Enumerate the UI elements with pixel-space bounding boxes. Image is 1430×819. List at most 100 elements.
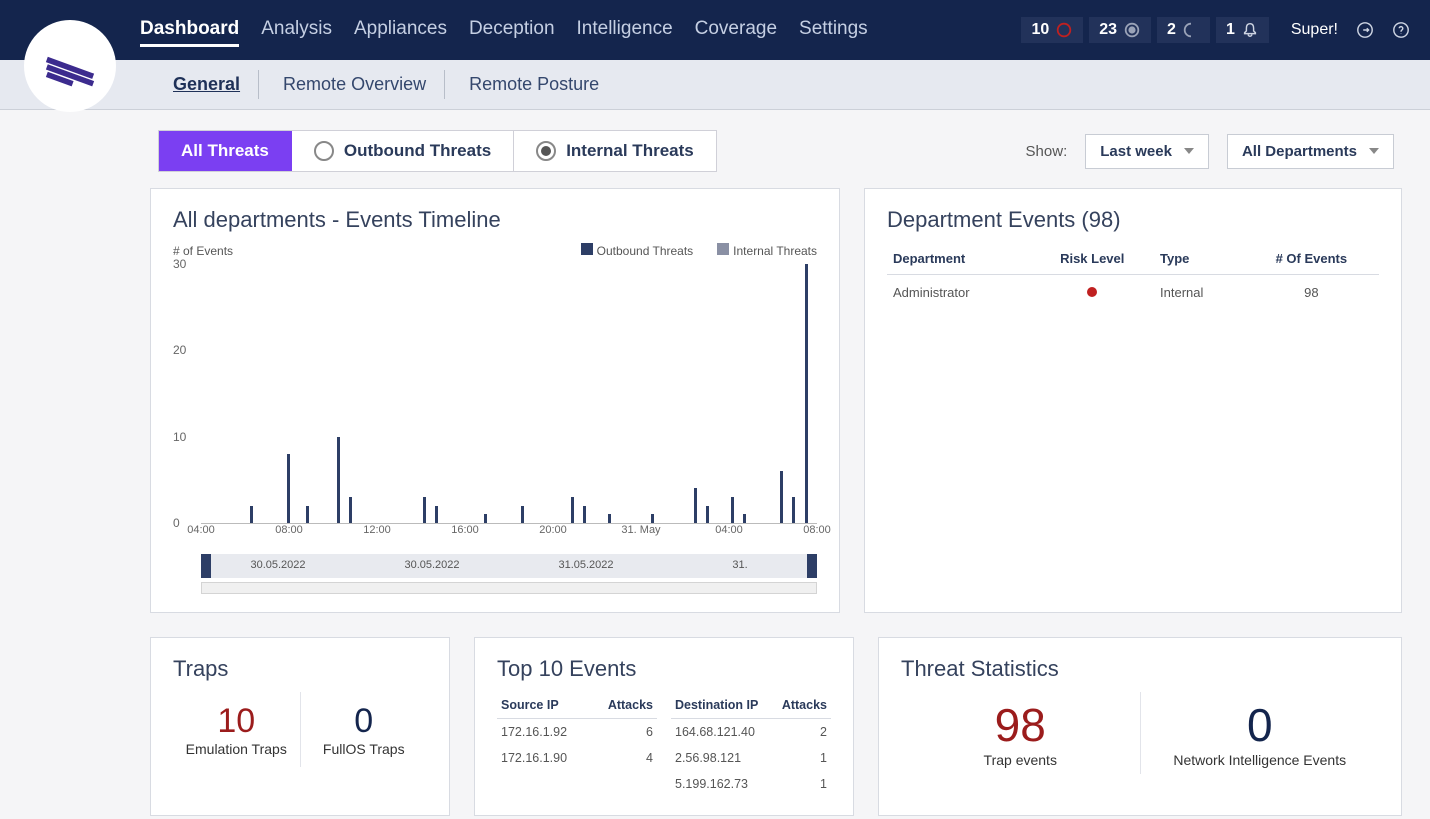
col-dst-attacks[interactable]: Attacks [772,692,831,719]
status-high-count: 23 [1099,21,1117,39]
chart-bar[interactable] [521,506,524,523]
chart-bar[interactable] [583,506,586,523]
chart-bar[interactable] [571,497,574,523]
table-row[interactable]: 2.56.98.1211 [671,745,831,771]
timeline-title: All departments - Events Timeline [173,207,817,233]
timeline-x-axis: 04:0008:0012:0016:0020:0031. May04:0008:… [201,524,817,544]
top-events-title: Top 10 Events [497,656,831,682]
chart-bar[interactable] [349,497,352,523]
nav-settings[interactable]: Settings [799,14,868,47]
chart-bar[interactable] [423,497,426,523]
tab-outbound-threats[interactable]: Outbound Threats [292,131,514,171]
chart-bar[interactable] [792,497,795,523]
cell-ip: 172.16.1.92 [497,719,590,746]
user-name[interactable]: Super! [1291,21,1338,39]
timeline-chart[interactable]: 0102030 [201,264,817,524]
nav-analysis[interactable]: Analysis [261,14,332,47]
chart-bar[interactable] [608,514,611,523]
logout-icon[interactable] [1356,21,1374,39]
chart-bar[interactable] [250,506,253,523]
table-row[interactable]: 164.68.121.402 [671,719,831,746]
status-medium[interactable]: 2 [1157,17,1210,43]
legend-internal: Internal Threats [717,243,817,258]
traps-card: Traps 10 Emulation Traps 0 FullOS Traps [150,637,450,816]
subnav-remote-overview[interactable]: Remote Overview [265,70,445,99]
y-tick: 10 [173,430,186,444]
scrub-handle-left[interactable] [201,554,211,578]
col-src-attacks[interactable]: Attacks [590,692,657,719]
tab-internal-label: Internal Threats [566,141,694,161]
crescent-icon [1182,21,1200,39]
col-risk-level[interactable]: Risk Level [1030,243,1154,275]
scrub-handle-right[interactable] [807,554,817,578]
tab-internal-threats[interactable]: Internal Threats [514,131,716,171]
subnav-general[interactable]: General [155,70,259,99]
nav-coverage[interactable]: Coverage [695,14,777,47]
trap-events-label: Trap events [905,752,1136,768]
top-events-card: Top 10 Events Source IP Attacks 172.16.1… [474,637,854,816]
x-tick: 08:00 [275,524,303,536]
traps-title: Traps [173,656,427,682]
chart-bar[interactable] [731,497,734,523]
source-ip-table: Source IP Attacks 172.16.1.926172.16.1.9… [497,692,657,771]
logo-icon [42,38,98,94]
subnav-remote-posture[interactable]: Remote Posture [451,70,617,99]
nav-deception[interactable]: Deception [469,14,555,47]
chart-bar[interactable] [337,437,340,523]
table-row[interactable]: 172.16.1.926 [497,719,657,746]
timeline-scrubber[interactable]: 30.05.202230.05.202231.05.202231. [201,554,817,578]
chart-bar[interactable] [706,506,709,523]
chart-bar[interactable] [287,454,290,523]
status-high[interactable]: 23 [1089,17,1151,43]
y-axis-label: # of Events [173,244,557,258]
fullos-traps[interactable]: 0 FullOS Traps [301,692,428,767]
department-dropdown[interactable]: All Departments [1227,134,1394,169]
cell-ip: 5.199.162.73 [671,771,772,797]
col-count[interactable]: # Of Events [1244,243,1379,275]
status-group: 10 23 2 1 [1021,17,1268,43]
help-icon[interactable] [1392,21,1410,39]
time-range-dropdown[interactable]: Last week [1085,134,1209,169]
table-row[interactable]: Administrator Internal 98 [887,275,1379,311]
network-intel-stat[interactable]: 0 Network Intelligence Events [1141,692,1380,774]
row-bottom: Traps 10 Emulation Traps 0 FullOS Traps … [150,637,1402,816]
status-critical[interactable]: 10 [1021,17,1083,43]
col-department[interactable]: Department [887,243,1030,275]
status-notifications[interactable]: 1 [1216,17,1269,43]
nav-dashboard[interactable]: Dashboard [140,14,239,47]
cell-ip: 164.68.121.40 [671,719,772,746]
chart-bar[interactable] [780,471,783,523]
chart-bar[interactable] [651,514,654,523]
col-type[interactable]: Type [1154,243,1244,275]
nav-appliances[interactable]: Appliances [354,14,447,47]
emulation-traps[interactable]: 10 Emulation Traps [173,692,301,767]
col-destination-ip[interactable]: Destination IP [671,692,772,719]
chart-bar[interactable] [694,488,697,523]
table-row[interactable]: 5.199.162.731 [671,771,831,797]
top-navbar: Dashboard Analysis Appliances Deception … [0,0,1430,60]
chart-bar[interactable] [306,506,309,523]
cell-attacks: 4 [590,745,657,771]
scrub-label: 31. [732,559,747,571]
trap-events-value: 98 [905,698,1136,752]
primary-nav: Dashboard Analysis Appliances Deception … [140,14,1021,47]
chart-bar[interactable] [484,514,487,523]
chart-bar[interactable] [743,514,746,523]
chart-bar[interactable] [435,506,438,523]
col-source-ip[interactable]: Source IP [497,692,590,719]
fullos-traps-label: FullOS Traps [305,741,424,757]
table-row[interactable]: 172.16.1.904 [497,745,657,771]
y-tick: 30 [173,257,186,271]
user-area: Super! [1291,21,1410,39]
chart-bar[interactable] [805,264,808,523]
status-medium-count: 2 [1167,21,1176,39]
nav-intelligence[interactable]: Intelligence [577,14,673,47]
timeline-scrollbar[interactable] [201,582,817,594]
department-events-card: Department Events (98) Department Risk L… [864,188,1402,613]
scrub-label: 31.05.2022 [558,559,613,571]
row-top: All departments - Events Timeline # of E… [150,188,1402,613]
tab-all-threats[interactable]: All Threats [159,131,292,171]
app-logo[interactable] [24,20,116,112]
x-tick: 08:00 [803,524,831,536]
trap-events-stat[interactable]: 98 Trap events [901,692,1141,774]
